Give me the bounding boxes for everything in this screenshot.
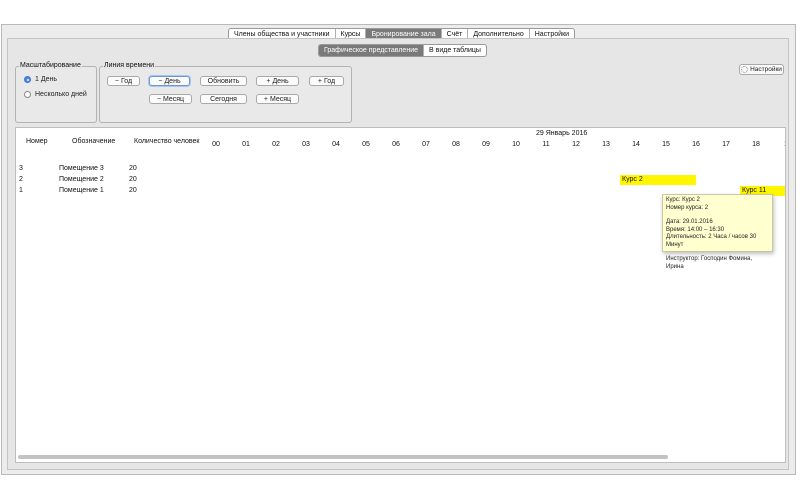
hour-header: 01 — [242, 141, 250, 148]
day-plus-button[interactable]: + День — [256, 76, 299, 86]
scale-option-2-label: Несколько дней — [35, 91, 87, 98]
row-3-capacity: 20 — [129, 165, 137, 172]
hour-header: 11 — [542, 141, 550, 148]
gear-icon — [741, 66, 749, 73]
day-minus-button[interactable]: − День — [149, 76, 190, 86]
hour-header: 13 — [602, 141, 610, 148]
hour-header: 10 — [512, 141, 520, 148]
hour-header: 03 — [302, 141, 310, 148]
hour-header: 02 — [272, 141, 280, 148]
row-2-capacity: 20 — [129, 176, 137, 183]
row-3-number: 3 — [19, 165, 23, 172]
row-2-number: 2 — [19, 176, 23, 183]
hour-header: 05 — [362, 141, 370, 148]
month-minus-button[interactable]: − Месяц — [149, 94, 192, 104]
tab-table-view[interactable]: В виде таблицы — [424, 45, 486, 56]
booking-table: Номер Обозначение Количество человек 29 … — [15, 127, 786, 463]
view-tabbar: Графическое представление В виде таблицы — [318, 44, 487, 57]
tooltip-time: Время: 14:00 – 16:30 — [666, 226, 725, 233]
tooltip-instructor: Инструктор: Господин Фомина, Ирина — [666, 256, 753, 270]
row-1-number: 1 — [19, 187, 23, 194]
row-1-name: Помещение 1 — [59, 187, 104, 194]
hour-header: 07 — [422, 141, 430, 148]
horizontal-scrollbar[interactable] — [18, 455, 668, 459]
year-plus-button[interactable]: + Год — [309, 76, 344, 86]
booking-kurs-2[interactable]: Курс 2 — [620, 175, 696, 185]
scale-option-1-day[interactable]: 1 День — [24, 76, 57, 83]
row-1-capacity: 20 — [129, 187, 137, 194]
timeline-date-header: 29 Январь 2016 — [536, 130, 588, 137]
row-3-name: Помещение 3 — [59, 165, 104, 172]
hour-header: 16 — [692, 141, 700, 148]
booking-tooltip: Курс: Курс 2 Номер курса: 2 Дата: 29.01.… — [662, 194, 773, 270]
hour-header: 18 — [752, 141, 760, 148]
year-minus-button[interactable]: − Год — [107, 76, 140, 86]
scale-option-1-label: 1 День — [35, 76, 57, 83]
radio-selected-icon — [24, 76, 31, 83]
row-2-name: Помещение 2 — [59, 176, 104, 183]
tooltip-course-number: Номер курса: 2 — [666, 204, 709, 211]
hour-header: 04 — [332, 141, 340, 148]
hour-header: 14 — [632, 141, 640, 148]
scale-group-title: Масштабирование — [19, 62, 82, 69]
hour-header: 09 — [482, 141, 490, 148]
tab-graphical-view[interactable]: Графическое представление — [319, 45, 424, 56]
hour-header: 17 — [722, 141, 730, 148]
month-plus-button[interactable]: + Месяц — [256, 94, 299, 104]
tooltip-duration: Длительность: 2 Часа / часов 30 Минут — [666, 234, 757, 248]
scale-option-several-days[interactable]: Несколько дней — [24, 91, 87, 98]
hour-header: 00 — [212, 141, 220, 148]
col-header-capacity[interactable]: Количество человек — [134, 138, 200, 145]
col-header-number[interactable]: Номер — [26, 138, 48, 145]
today-button[interactable]: Сегодня — [200, 94, 247, 104]
refresh-button[interactable]: Обновить — [200, 76, 247, 86]
hour-header: 12 — [572, 141, 580, 148]
col-header-name[interactable]: Обозначение — [72, 138, 115, 145]
hour-header: 08 — [452, 141, 460, 148]
timeline-group-title: Линия времени — [103, 62, 156, 69]
hour-header: 06 — [392, 141, 400, 148]
hour-header: 1 — [776, 141, 785, 148]
settings-button[interactable]: Настройки — [739, 64, 784, 75]
tooltip-course: Курс: Курс 2 — [666, 197, 700, 203]
radio-unselected-icon — [24, 91, 31, 98]
tooltip-date: Дата: 29.01.2016 — [666, 219, 713, 225]
settings-button-label: Настройки — [750, 66, 782, 73]
hour-header: 15 — [662, 141, 670, 148]
